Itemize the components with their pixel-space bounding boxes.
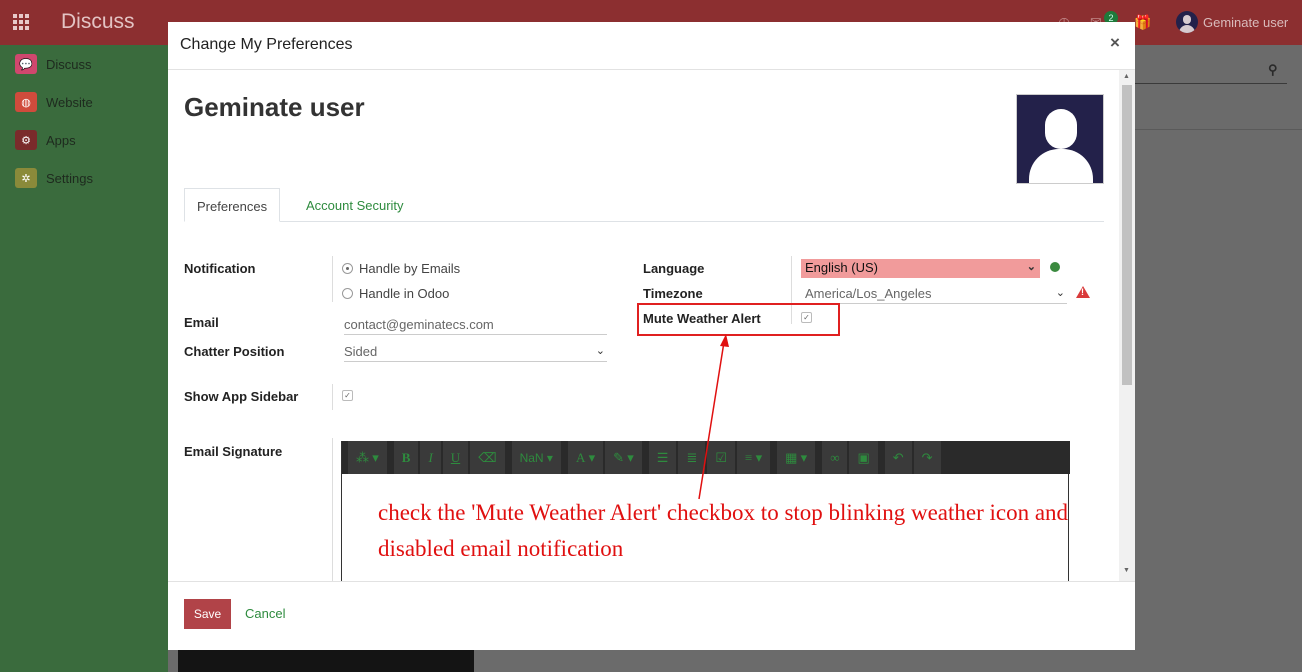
- field-divider: [332, 384, 333, 410]
- redo-icon[interactable]: ↷: [913, 441, 941, 474]
- chevron-down-icon: ⌄: [1026, 261, 1036, 273]
- sidebar-item-label: Website: [46, 94, 93, 110]
- radio-button[interactable]: [342, 288, 353, 299]
- table-icon[interactable]: ▦ ▾: [777, 441, 816, 474]
- dialog-scrollbar[interactable]: ▲ ▼: [1119, 70, 1135, 581]
- dialog-header: Change My Preferences ×: [168, 22, 1135, 70]
- radio-label: Handle in Odoo: [359, 286, 450, 301]
- magic-wand-icon[interactable]: ⁂ ▾: [348, 441, 387, 474]
- user-menu-name[interactable]: Geminate user: [1203, 15, 1288, 30]
- preferences-dialog: Change My Preferences × Geminate user Pr…: [168, 22, 1135, 650]
- background-search-field: [1135, 83, 1287, 84]
- align-icon[interactable]: ≡ ▾: [737, 441, 771, 474]
- unordered-list-icon[interactable]: ☰: [648, 441, 677, 474]
- apps-menu-icon[interactable]: [13, 14, 31, 30]
- scroll-down-icon[interactable]: ▼: [1123, 567, 1130, 574]
- notification-label: Notification: [184, 261, 256, 276]
- timezone-select[interactable]: America/Los_Angeles ⌄: [801, 286, 1067, 304]
- dialog-body: Geminate user Preferences Account Securi…: [168, 70, 1135, 581]
- email-value: contact@geminatecs.com: [344, 317, 494, 332]
- language-label: Language: [643, 261, 705, 276]
- dialog-footer: Save Cancel: [168, 581, 1135, 650]
- chat-icon: 💬: [15, 54, 37, 74]
- sidebar-item-website[interactable]: ◍ Website: [15, 91, 93, 113]
- language-value: English (US): [805, 260, 878, 275]
- chevron-down-icon: ⌄: [595, 345, 605, 357]
- field-divider: [332, 256, 333, 302]
- user-avatar[interactable]: [1176, 11, 1198, 33]
- brush-icon[interactable]: ✎ ▾: [605, 441, 642, 474]
- editor-toolbar: ⁂ ▾ B I U ⌫ NaN ▾ A ▾ ✎ ▾ ☰ ≣ ☑ ≡ ▾ ▦ ▾ …: [342, 441, 1070, 474]
- annotation-note: check the 'Mute Weather Alert' checkbox …: [378, 500, 1069, 561]
- globe-icon[interactable]: [1050, 262, 1060, 272]
- show-app-sidebar-label: Show App Sidebar: [184, 389, 299, 404]
- gift-icon[interactable]: 🎁: [1134, 14, 1151, 30]
- annotation-highlight-box: [637, 303, 840, 336]
- chatter-position-label: Chatter Position: [184, 344, 285, 359]
- background-dark-panel: [178, 650, 474, 672]
- radio-button[interactable]: [342, 263, 353, 274]
- show-app-sidebar-checkbox[interactable]: ✓: [342, 390, 353, 401]
- sidebar-item-label: Settings: [46, 170, 93, 186]
- checklist-icon[interactable]: ☑: [707, 441, 736, 474]
- close-icon[interactable]: ×: [1110, 33, 1120, 53]
- chatter-position-value: Sided: [344, 344, 378, 359]
- sidebar-item-settings[interactable]: ✲ Settings: [15, 167, 93, 189]
- sidebar-item-label: Discuss: [46, 56, 92, 72]
- chatter-position-select[interactable]: Sided ⌄: [344, 344, 607, 362]
- dialog-title: Change My Preferences: [180, 36, 353, 53]
- language-select[interactable]: English (US) ⌄: [801, 259, 1040, 278]
- email-label: Email: [184, 315, 219, 330]
- background-divider: [1135, 129, 1302, 130]
- tab-preferences[interactable]: Preferences: [184, 188, 281, 222]
- scroll-up-icon[interactable]: ▲: [1123, 73, 1130, 80]
- radio-label: Handle by Emails: [359, 261, 461, 276]
- scroll-thumb[interactable]: [1122, 85, 1132, 385]
- email-signature-label: Email Signature: [184, 444, 283, 459]
- sidebar-item-discuss[interactable]: 💬 Discuss: [15, 53, 92, 75]
- italic-button[interactable]: I: [420, 441, 441, 474]
- link-icon[interactable]: ∞: [822, 441, 848, 474]
- email-field[interactable]: contact@geminatecs.com: [344, 317, 607, 335]
- eraser-icon[interactable]: ⌫: [470, 441, 505, 474]
- sidebar-item-apps[interactable]: ⚙ Apps: [15, 129, 76, 151]
- underline-button[interactable]: U: [442, 441, 469, 474]
- chevron-down-icon: ⌄: [1055, 287, 1065, 299]
- field-divider: [332, 438, 333, 581]
- gear-icon: ✲: [15, 168, 37, 188]
- font-size-select[interactable]: NaN ▾: [511, 441, 561, 474]
- app-title: Discuss: [61, 10, 135, 33]
- globe-icon: ◍: [15, 92, 37, 112]
- user-name-heading: Geminate user: [184, 92, 365, 122]
- preferences-tabs: Preferences Account Security: [184, 188, 1104, 222]
- image-icon[interactable]: ▣: [849, 441, 878, 474]
- undo-icon[interactable]: ↶: [884, 441, 912, 474]
- cancel-button[interactable]: Cancel: [245, 606, 285, 621]
- radio-handle-by-emails[interactable]: Handle by Emails: [342, 261, 460, 276]
- font-color-button[interactable]: A ▾: [567, 441, 604, 474]
- timezone-value: America/Los_Angeles: [805, 286, 932, 301]
- user-avatar-image[interactable]: [1016, 94, 1104, 184]
- radio-handle-in-odoo[interactable]: Handle in Odoo: [342, 286, 449, 301]
- app-sidebar: 💬 Discuss ◍ Website ⚙ Apps ✲ Settings: [0, 45, 168, 672]
- timezone-label: Timezone: [643, 286, 703, 301]
- sidebar-item-label: Apps: [46, 132, 76, 148]
- bold-button[interactable]: B: [393, 441, 419, 474]
- search-icon: ⚲: [1268, 62, 1278, 77]
- ordered-list-icon[interactable]: ≣: [678, 441, 706, 474]
- save-button[interactable]: Save: [184, 599, 231, 629]
- apps-icon: ⚙: [15, 130, 37, 150]
- tab-account-security[interactable]: Account Security: [294, 188, 416, 222]
